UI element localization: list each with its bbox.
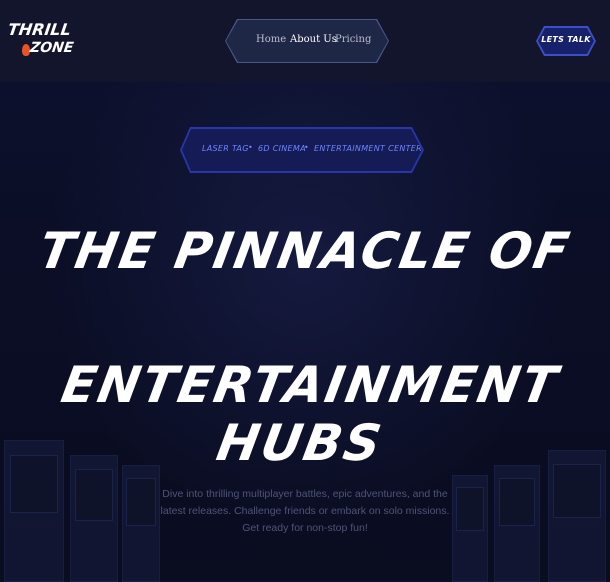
- hero-description: Dive into thrilling multiplayer battles,…: [160, 488, 450, 534]
- arcade-cabinet-right-2: [494, 465, 540, 582]
- site-header: THRILL ZONE Home About Us Pricing LETS T…: [0, 0, 610, 82]
- tags-pill: LASER TAG • 6D CINEMA • ENTERTAINMENT CE…: [182, 129, 422, 171]
- logo-text-line2: ZONE: [28, 40, 75, 56]
- lets-talk-label: LETS TALK: [541, 35, 591, 44]
- tag-separator: •: [248, 143, 253, 152]
- lets-talk-button[interactable]: LETS TALK: [538, 28, 594, 54]
- arcade-cabinet-left-2: [70, 455, 118, 582]
- tag-laser-tag: LASER TAG: [202, 144, 249, 153]
- logo-text-line1: THRILL: [6, 20, 73, 39]
- nav-about-link[interactable]: About Us: [290, 34, 337, 45]
- arcade-cabinet-right-3: [452, 475, 488, 582]
- tag-separator: •: [304, 143, 309, 152]
- nav-home-link[interactable]: Home: [256, 34, 286, 45]
- tag-6d-cinema: 6D CINEMA: [258, 144, 306, 153]
- hero-title-line1: THE PINNACLE OF: [34, 222, 576, 280]
- hero-title-line2: ENTERTAINMENT HUBS: [57, 356, 564, 472]
- arcade-cabinet-left-3: [122, 465, 160, 582]
- main-nav: Home About Us Pricing: [226, 20, 388, 62]
- thrill-zone-logo[interactable]: THRILL ZONE: [6, 20, 74, 64]
- tag-entertainment-center: ENTERTAINMENT CENTER: [314, 144, 423, 153]
- nav-pricing-link[interactable]: Pricing: [335, 34, 371, 45]
